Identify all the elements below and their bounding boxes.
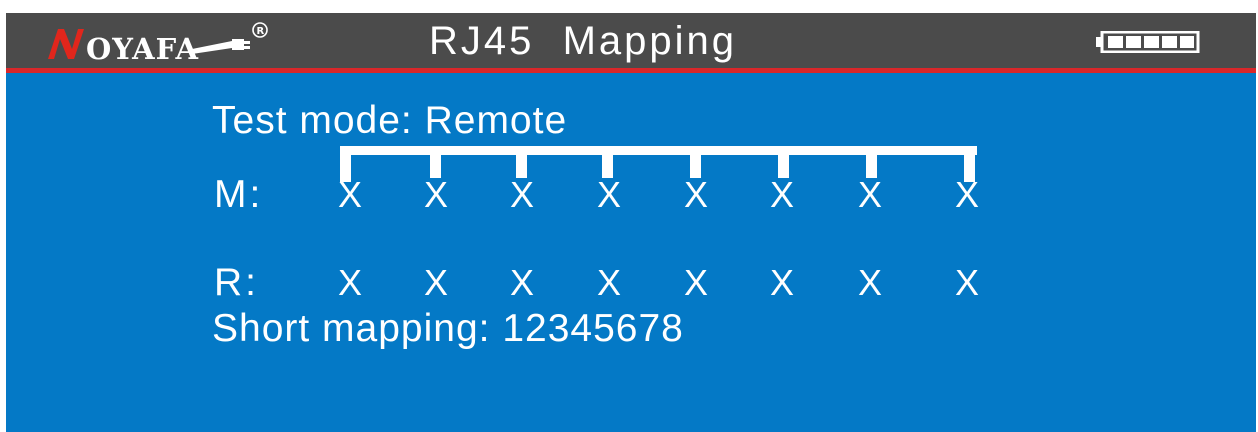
- main-pin-6: X: [769, 174, 794, 215]
- main-pin-4: X: [596, 174, 621, 215]
- noyafa-logo: OYAFA R: [46, 21, 386, 65]
- main-pin-7: X: [857, 174, 882, 215]
- tester-screen: OYAFA R RJ45 Mapping Test mode: Remote M…: [6, 13, 1256, 432]
- main-pin-8: X: [954, 174, 979, 215]
- remote-pin-3: X: [509, 262, 534, 303]
- header-divider: [6, 68, 1256, 73]
- svg-text:OYAFA: OYAFA: [86, 32, 199, 65]
- remote-unit-label: R:: [214, 261, 259, 304]
- main-unit-pin-row: X X X X X X X X: [330, 173, 990, 217]
- header-bar: OYAFA R RJ45 Mapping: [6, 13, 1256, 68]
- svg-text:R: R: [257, 26, 265, 37]
- screen-title: RJ45 Mapping: [429, 19, 738, 63]
- main-unit-label: M:: [214, 173, 264, 216]
- remote-pin-2: X: [423, 262, 448, 303]
- remote-unit-pin-row: X X X X X X X X: [330, 261, 990, 305]
- remote-pin-6: X: [769, 262, 794, 303]
- test-mode-label: Test mode: Remote: [212, 99, 568, 142]
- main-pin-5: X: [683, 174, 708, 215]
- remote-pin-5: X: [683, 262, 708, 303]
- main-pin-1: X: [337, 174, 362, 215]
- remote-pin-4: X: [596, 262, 621, 303]
- remote-pin-8: X: [954, 262, 979, 303]
- short-mapping-result: Short mapping: 12345678: [212, 307, 684, 350]
- main-pin-3: X: [509, 174, 534, 215]
- remote-pin-1: X: [337, 262, 362, 303]
- main-pin-2: X: [423, 174, 448, 215]
- battery-icon: [1096, 31, 1200, 53]
- remote-pin-7: X: [857, 262, 882, 303]
